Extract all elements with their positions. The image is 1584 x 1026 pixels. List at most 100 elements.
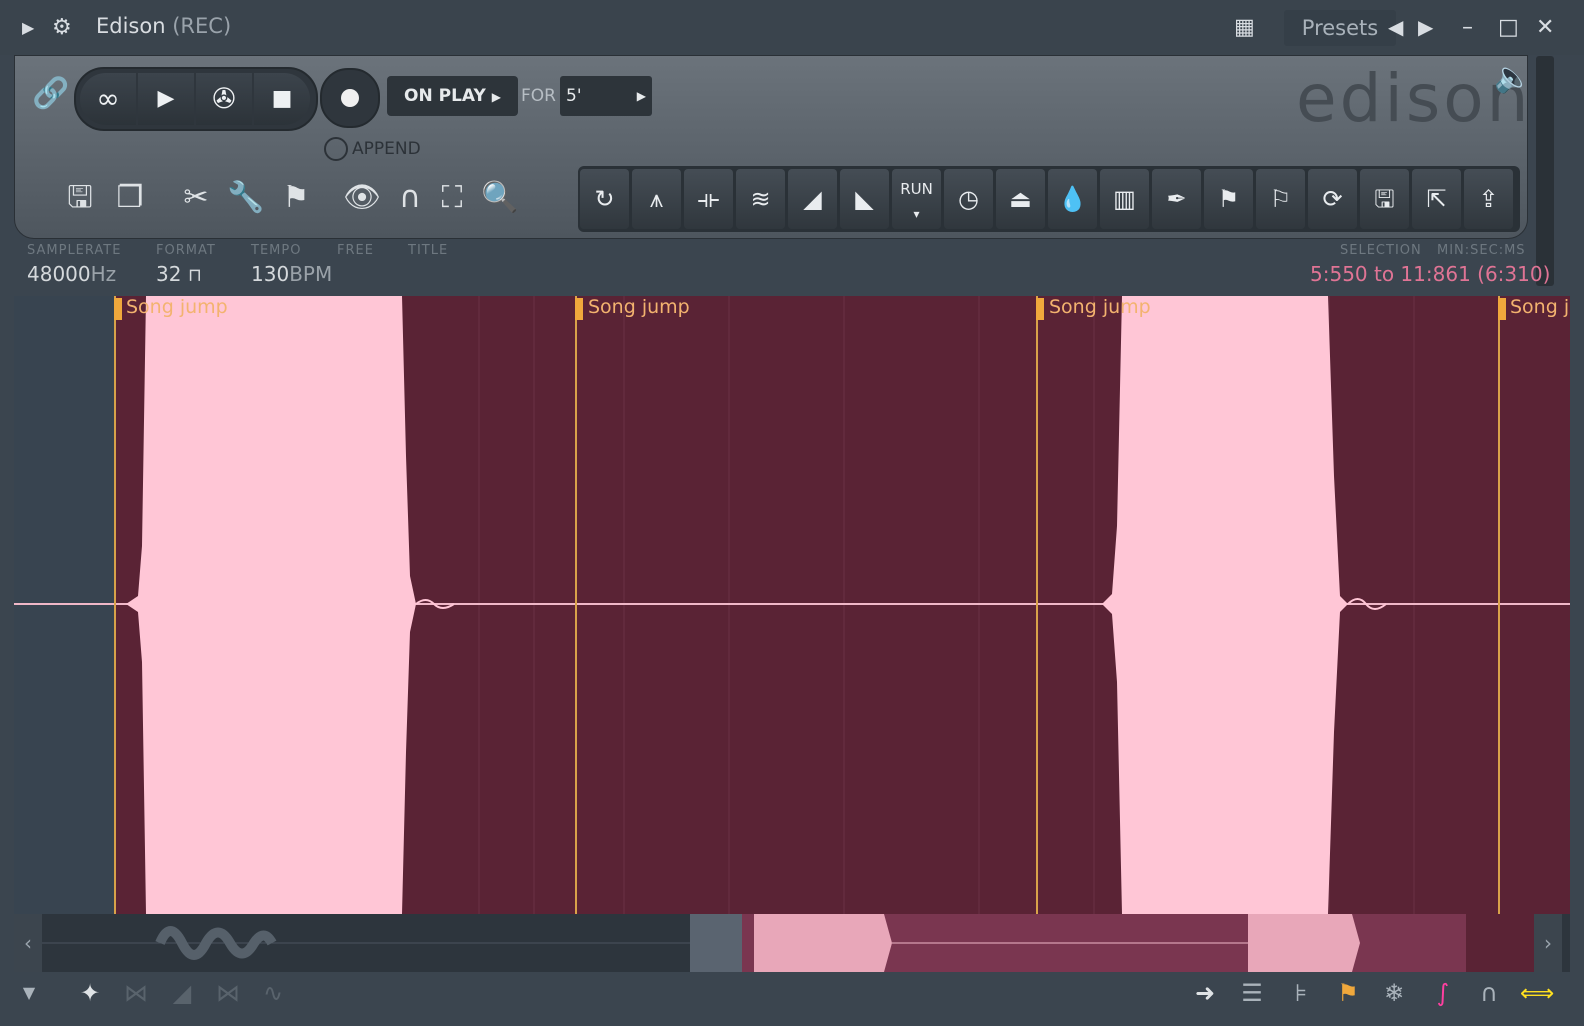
marker-snap-icon[interactable]: ⚑: [1336, 976, 1360, 1010]
panel-scrollbar[interactable]: [1536, 56, 1554, 286]
magnet-snap-icon[interactable]: ∩: [1474, 976, 1504, 1010]
freeze-icon[interactable]: ❄: [1378, 976, 1410, 1010]
horizontal-zoom-icon[interactable]: ⟺: [1520, 976, 1554, 1010]
preset-prev-icon[interactable]: ◀: [1388, 0, 1403, 55]
draw-wave-icon[interactable]: ✦: [74, 976, 106, 1010]
for-label: FOR: [521, 86, 556, 106]
marker-flag-icon[interactable]: [575, 298, 583, 320]
selection-value: 5:550 to 11:861 (6:310): [1310, 262, 1551, 286]
rocket-icon[interactable]: ⏏: [996, 169, 1045, 229]
presets-button[interactable]: Presets: [1284, 10, 1396, 46]
loop-convert-icon[interactable]: ⟳: [1308, 169, 1357, 229]
waveform-view[interactable]: Song jump Song jump Song jump Song j: [14, 296, 1570, 914]
play-button[interactable]: ▶: [138, 73, 194, 125]
marker-label: Song j: [1510, 296, 1570, 318]
send-to-channel-icon[interactable]: ⇪: [1464, 169, 1513, 229]
minimize-icon[interactable]: –: [1462, 0, 1473, 55]
selection-label: SELECTION: [1340, 243, 1422, 258]
pitch-icon[interactable]: ⩚: [632, 169, 681, 229]
snap-left-icon[interactable]: ⋈: [122, 976, 150, 1010]
eye-icon[interactable]: 👁: [342, 176, 382, 220]
stop-button[interactable]: ■: [254, 73, 310, 125]
maximize-icon[interactable]: □: [1498, 0, 1519, 55]
format-label: FORMAT: [156, 243, 216, 258]
on-play-selector[interactable]: ON PLAY ▶: [387, 76, 518, 116]
marker-flag-icon[interactable]: [1498, 298, 1506, 320]
add-marker-icon[interactable]: ⚑: [1204, 169, 1253, 229]
marker-flag-icon[interactable]: ⚑: [276, 176, 316, 220]
scroll-right-button[interactable]: ›: [1534, 914, 1562, 972]
expand-arrow-icon[interactable]: ▶: [22, 0, 34, 55]
reverse-icon[interactable]: ↻: [580, 169, 629, 229]
tempo-label: TEMPO: [251, 243, 302, 258]
marker-label: Song jump: [126, 296, 228, 318]
append-toggle[interactable]: APPEND: [324, 137, 421, 161]
wrench-icon[interactable]: 🔧: [226, 176, 266, 220]
title-label: TITLE: [408, 243, 449, 258]
save-as-icon[interactable]: 🖫: [1360, 169, 1409, 229]
marker-line[interactable]: [114, 296, 116, 914]
options-dropdown-icon[interactable]: ▼: [18, 976, 40, 1010]
samplerate-label: SAMPLERATE: [27, 243, 122, 258]
marker-flag-icon[interactable]: [114, 298, 122, 320]
snap-both-icon[interactable]: ⋈: [212, 976, 244, 1010]
cut-icon[interactable]: ✂: [176, 176, 216, 220]
marker-line[interactable]: [1498, 296, 1500, 914]
list-align-icon[interactable]: ☰: [1236, 976, 1268, 1010]
for-duration-field[interactable]: 5' ▶: [560, 76, 652, 116]
loop-button[interactable]: ∞: [80, 73, 136, 125]
record-button[interactable]: [320, 68, 380, 128]
waveform-burst-2: [1102, 296, 1348, 914]
tools-strip: ↻ ⩚ ⟛ ≋ ◢ ◣ RUN ▾ ◷ ⏏ 💧 ▥ ✒ ⚑ ⚐ ⟳ 🖫 ⇱ ⇪: [578, 166, 1520, 232]
format-value[interactable]: 32 ⊓: [156, 262, 202, 286]
marker-line[interactable]: [575, 296, 577, 914]
free-label: FREE: [337, 243, 374, 258]
feather-icon[interactable]: ✒: [1152, 169, 1201, 229]
close-icon[interactable]: ✕: [1536, 0, 1554, 55]
reel-button[interactable]: ✇: [196, 73, 252, 125]
save-icon[interactable]: 🖫: [60, 176, 100, 220]
arrow-right-icon[interactable]: ➜: [1190, 976, 1220, 1010]
record-dot-icon: [341, 89, 359, 107]
samplerate-value: 48000Hz: [27, 262, 117, 286]
normalize-icon[interactable]: ⟛: [684, 169, 733, 229]
fade-out-icon[interactable]: ◣: [840, 169, 889, 229]
drag-out-icon[interactable]: ⇱: [1412, 169, 1461, 229]
curve-icon[interactable]: ∫: [1428, 976, 1458, 1010]
copy-icon[interactable]: ❐: [110, 176, 150, 220]
marker-line[interactable]: [1036, 296, 1038, 914]
run-script-button[interactable]: RUN ▾: [892, 169, 941, 229]
magnet-icon[interactable]: ∩: [390, 176, 430, 220]
fade-in-icon[interactable]: ◢: [788, 169, 837, 229]
preset-next-icon[interactable]: ▶: [1418, 0, 1433, 55]
marker-label: Song jump: [1049, 296, 1151, 318]
speaker-icon[interactable]: 🔈: [1494, 60, 1531, 95]
link-points-icon[interactable]: ∿: [258, 976, 288, 1010]
tempo-align-icon[interactable]: ⊧: [1286, 976, 1316, 1010]
grid-menu-icon[interactable]: ▦: [1234, 0, 1255, 55]
drop-icon[interactable]: 💧: [1048, 169, 1097, 229]
append-radio-icon: [324, 137, 348, 161]
declick-icon[interactable]: ≋: [736, 169, 785, 229]
zoom-icon[interactable]: 🔍: [480, 176, 520, 220]
waveform-burst-1: [126, 296, 416, 914]
overview-waveform: [42, 914, 1542, 972]
scroll-left-button[interactable]: ‹: [14, 914, 42, 972]
title-bar: ▶ ⚙ Edison (REC) ▦ Presets ◀ ▶ – □ ✕: [0, 0, 1584, 55]
marker-label: Song jump: [588, 296, 690, 318]
gear-icon[interactable]: ⚙: [52, 0, 72, 55]
marker-flag-icon[interactable]: [1036, 298, 1044, 320]
waveform-svg: [14, 296, 1570, 914]
spectrum-icon[interactable]: ▥: [1100, 169, 1149, 229]
transport-group: ∞ ▶ ✇ ■: [74, 67, 318, 131]
time-format-label: MIN:SEC:MS: [1437, 243, 1526, 258]
link-icon[interactable]: 🔗: [32, 76, 69, 111]
slice-icon[interactable]: ⚐: [1256, 169, 1305, 229]
select-frame-icon[interactable]: ⛶: [432, 176, 472, 220]
tempo-value[interactable]: 130BPM: [251, 262, 332, 286]
clock-icon[interactable]: ◷: [944, 169, 993, 229]
window-title: Edison (REC): [96, 14, 232, 38]
ramp-icon[interactable]: ◢: [168, 976, 196, 1010]
format-icon: ⊓: [187, 265, 202, 286]
overview-scrollbar[interactable]: ‹ ›: [14, 914, 1570, 972]
